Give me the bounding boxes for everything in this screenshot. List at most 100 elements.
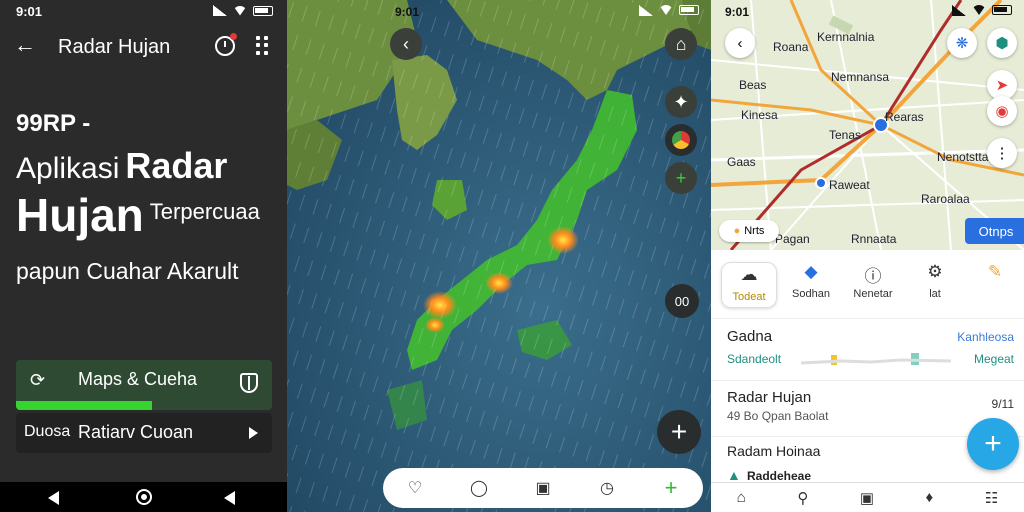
maps-progress-bar — [16, 401, 152, 410]
map-label: Beas — [739, 78, 767, 92]
back-arrow-icon[interactable]: ← — [14, 32, 36, 58]
radar-label: Ratiarv Cuoan — [78, 422, 194, 442]
radar-map-panel[interactable]: 9:01 ‹ ⌂ ✦ + 00 + ♡ ◯ ▣ ◷ + — [287, 0, 711, 512]
list-item-sub: 49 Bo Qpan Baolat — [727, 409, 829, 423]
add-button[interactable]: + — [657, 410, 701, 454]
list-item-title: Radam Hoinaa — [727, 443, 821, 459]
chrome-icon[interactable] — [665, 124, 697, 156]
compass-icon[interactable]: ❋ — [947, 28, 977, 58]
rain-sparkline — [801, 353, 951, 365]
status-time: 9:01 — [16, 4, 43, 19]
map-label: Gaas — [727, 155, 756, 169]
zoom-level[interactable]: 00 — [665, 284, 699, 318]
category-item[interactable]: ⓘ Nenetar — [845, 260, 901, 300]
maps-label: Maps & Cueha — [78, 369, 198, 389]
list-item-sub: Raddeheae — [747, 469, 812, 483]
category-item[interactable]: ☁ Todeat — [721, 262, 777, 308]
right-status-time: 9:01 — [725, 5, 750, 19]
triangle-icon: ▲ — [727, 467, 741, 483]
right-status-bar: 9:01 — [711, 0, 1024, 22]
system-nav-bar — [0, 482, 287, 512]
add-fab-button[interactable]: + — [967, 418, 1019, 470]
location-icon[interactable]: ✦ — [665, 86, 697, 118]
signal-icon — [639, 5, 653, 16]
category-item[interactable]: ⚙ lat — [907, 260, 963, 300]
top-bar: ← Radar Hujan — [0, 28, 287, 66]
layers-icon[interactable]: ⬢ — [987, 28, 1017, 58]
list-item-right: 9/11 — [991, 397, 1014, 411]
nav-map-icon[interactable]: ▣ — [860, 489, 874, 507]
more-icon[interactable]: ⋮ — [987, 138, 1017, 168]
wifi-icon — [972, 5, 986, 15]
runner-icon: ⟳ — [30, 370, 46, 390]
hero-line-1: 99RP - — [16, 110, 91, 137]
shield-icon[interactable] — [240, 373, 258, 393]
list-item[interactable]: Gadna Kanhleosa Sdandeolt Megeat — [711, 318, 1024, 378]
category-label: Sodhan — [792, 288, 830, 300]
left-panel: 9:01 ← Radar Hujan 99RP - Aplikasi Radar … — [0, 0, 287, 512]
radar-map[interactable] — [287, 0, 711, 512]
nav-notification-icon[interactable]: ♦ — [926, 489, 934, 506]
page-title: Radar Hujan — [58, 36, 171, 58]
map-label: Raroalaa — [921, 192, 970, 206]
category-strip: ☁ Todeat ◆ Sodhan ⓘ Nenetar ⚙ lat ✎ — [711, 256, 1024, 312]
alert-icon: ⓘ — [864, 267, 882, 286]
city-map[interactable]: 9:01 Kernnalnia Roana Nemnansa Beas Kine… — [711, 0, 1024, 250]
rain-icon: ☁ — [740, 265, 758, 284]
signal-icon — [952, 5, 966, 16]
category-label: Todeat — [732, 291, 766, 303]
list-item-title: Gadna — [727, 328, 773, 345]
map-label: Kinesa — [741, 108, 778, 122]
radar-card[interactable]: Duosa Ratiarv Cuoan — [16, 413, 272, 453]
chip-label: Nrts — [744, 225, 765, 237]
map-label: Nenotstta — [937, 150, 989, 164]
map-label: Roana — [773, 40, 809, 54]
nav-home-icon[interactable] — [136, 489, 152, 505]
battery-icon — [679, 5, 699, 15]
nav-back-icon[interactable] — [48, 491, 59, 505]
nav-home-icon[interactable]: ⌂ — [737, 489, 746, 506]
list-item-title: Radar Hujan — [727, 389, 812, 406]
right-status-icons — [952, 5, 1012, 16]
screen: 9:01 ← Radar Hujan 99RP - Aplikasi Radar … — [0, 0, 1024, 512]
clock-icon[interactable]: ◷ — [594, 478, 620, 498]
shield-icon: ◆ — [804, 262, 818, 281]
chip-icon: ● — [733, 225, 741, 237]
hero-line-2a: Aplikasi — [16, 152, 120, 185]
wifi-icon — [659, 5, 673, 15]
map-back-icon[interactable]: ‹ — [725, 28, 755, 58]
play-icon[interactable] — [249, 427, 258, 439]
zoom-in-icon[interactable]: + — [665, 162, 697, 194]
timer-icon[interactable] — [215, 33, 237, 56]
nav-recents-icon[interactable] — [224, 491, 235, 505]
radar-label-short: Duosa — [24, 423, 71, 440]
list-item-right-sub: Megeat — [973, 352, 1014, 366]
layers-icon[interactable]: ⌂ — [665, 28, 697, 60]
category-item[interactable]: ✎ — [967, 260, 1023, 288]
maps-card[interactable]: ⟳ Maps & Cueha — [16, 360, 272, 410]
rain-streaks — [287, 0, 711, 512]
nav-search-icon[interactable]: ⚲ — [797, 489, 808, 507]
heart-icon[interactable]: ♡ — [402, 478, 428, 498]
calendar-icon[interactable]: ▣ — [530, 478, 556, 498]
map-label: Rearas — [885, 110, 924, 124]
map-chip[interactable]: ● Nrts — [719, 220, 779, 242]
category-label: lat — [929, 288, 941, 300]
map-back-icon[interactable]: ‹ — [390, 28, 422, 60]
bottom-nav: ⌂ ⚲ ▣ ♦ ☷ — [711, 482, 1024, 512]
category-label: Nenetar — [853, 288, 893, 300]
tag-icon: ✎ — [987, 262, 1003, 281]
hero-line-3a: Hujan — [16, 189, 144, 241]
pin-icon[interactable]: ◉ — [987, 96, 1017, 126]
plus-icon[interactable]: + — [658, 475, 684, 501]
nav-profile-icon[interactable]: ☷ — [985, 489, 998, 507]
map-label: Pagan — [775, 232, 810, 246]
person-icon[interactable]: ◯ — [466, 478, 492, 498]
list-item-sub: Sdandeolt — [727, 352, 782, 366]
category-item[interactable]: ◆ Sodhan — [783, 260, 839, 300]
map-label: Kernnalnia — [817, 30, 875, 44]
wifi-icon — [233, 5, 247, 16]
blue-action-chip[interactable]: Otnps — [965, 218, 1024, 244]
menu-grid-icon[interactable] — [256, 36, 268, 56]
status-icons — [213, 5, 273, 16]
